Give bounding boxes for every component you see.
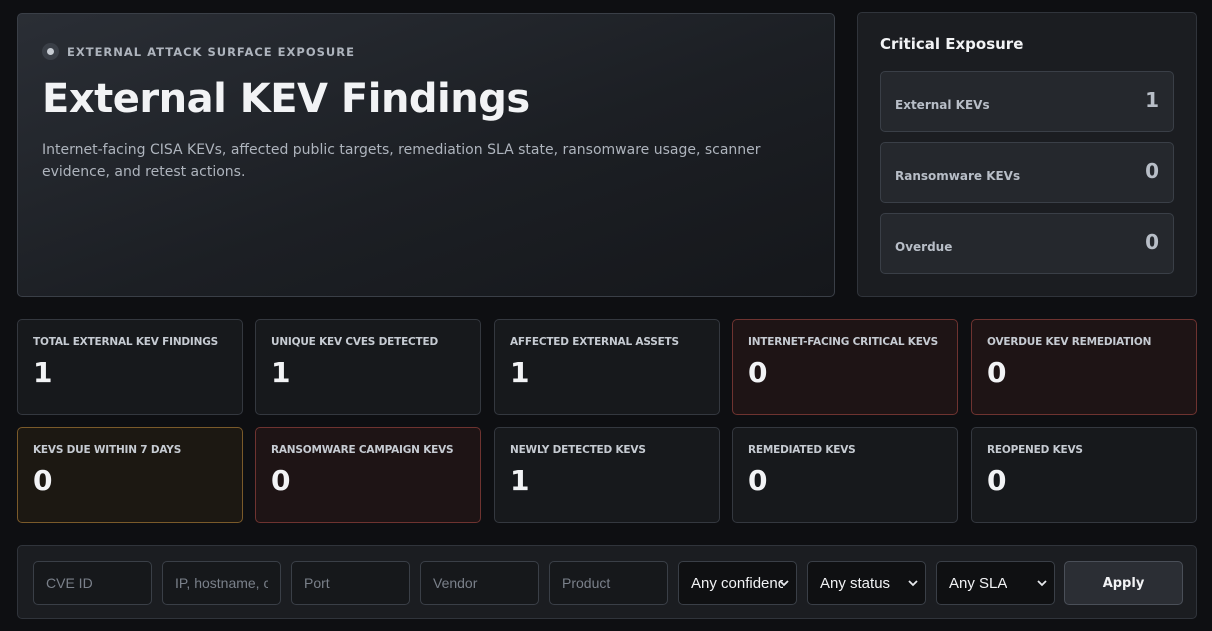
chevron-down-icon [779,580,789,587]
status-select-value: Any status [820,574,891,592]
metric-label: REOPENED KEVS [987,444,1083,456]
filter-bar: Any confidence Any status Any SLA Apply [17,545,1197,619]
page-description: Internet-facing CISA KEVs, affected publ… [42,142,761,180]
critical-row-value: 0 [1145,229,1159,254]
critical-exposure-panel: Critical Exposure External KEVs 1 Ransom… [857,12,1197,297]
kev-dashboard: EXTERNAL ATTACK SURFACE EXPOSURE Externa… [0,0,1212,631]
metric-card-newly-detected: NEWLY DETECTED KEVS 1 [494,427,720,523]
chevron-down-icon [908,580,918,587]
critical-row-overdue: Overdue 0 [880,213,1174,274]
metric-label: TOTAL EXTERNAL KEV FINDINGS [33,336,219,348]
metric-label: NEWLY DETECTED KEVS [510,444,646,456]
hero-panel: EXTERNAL ATTACK SURFACE EXPOSURE Externa… [17,13,835,297]
metric-value: 0 [748,356,768,389]
critical-row-value: 0 [1145,158,1159,183]
vendor-input[interactable] [420,561,539,605]
cve-id-input[interactable] [33,561,152,605]
target-input[interactable] [162,561,281,605]
critical-row-label: External KEVs [895,97,990,112]
critical-exposure-title: Critical Exposure [880,35,1024,53]
metric-value: 1 [510,464,530,497]
metric-label: UNIQUE KEV CVES DETECTED [271,336,438,348]
metric-card-affected-assets: AFFECTED EXTERNAL ASSETS 1 [494,319,720,415]
metric-label: INTERNET-FACING CRITICAL KEVS [748,336,938,348]
page-title: External KEV Findings [42,76,530,122]
apply-button[interactable]: Apply [1064,561,1183,605]
metric-value: 1 [33,356,53,389]
status-dot-icon [42,43,59,60]
metric-value: 0 [987,356,1007,389]
metric-value: 0 [748,464,768,497]
metric-label: KEVS DUE WITHIN 7 DAYS [33,444,182,456]
hero-eyebrow: EXTERNAL ATTACK SURFACE EXPOSURE [42,43,810,60]
critical-row-value: 1 [1145,87,1159,112]
status-select[interactable]: Any status [807,561,926,605]
sla-select-value: Any SLA [949,574,1008,592]
metric-label: REMEDIATED KEVS [748,444,856,456]
metric-card-critical-kevs: INTERNET-FACING CRITICAL KEVS 0 [732,319,958,415]
hero-eyebrow-text: EXTERNAL ATTACK SURFACE EXPOSURE [67,44,355,59]
metric-label: OVERDUE KEV REMEDIATION [987,336,1152,348]
metric-value: 0 [271,464,291,497]
metric-value: 0 [33,464,53,497]
critical-row-label: Overdue [895,239,953,254]
metric-card-remediated: REMEDIATED KEVS 0 [732,427,958,523]
metric-card-total-findings: TOTAL EXTERNAL KEV FINDINGS 1 [17,319,243,415]
metric-card-overdue-remediation: OVERDUE KEV REMEDIATION 0 [971,319,1197,415]
metric-value: 1 [271,356,291,389]
critical-row-label: Ransomware KEVs [895,168,1021,183]
metric-label: RANSOMWARE CAMPAIGN KEVS [271,444,454,456]
chevron-down-icon [1037,580,1047,587]
confidence-select-value: Any confidence [691,574,783,592]
port-input[interactable] [291,561,410,605]
metric-card-due-7-days: KEVS DUE WITHIN 7 DAYS 0 [17,427,243,523]
sla-select[interactable]: Any SLA [936,561,1055,605]
metric-value: 1 [510,356,530,389]
product-input[interactable] [549,561,668,605]
metric-card-unique-cves: UNIQUE KEV CVES DETECTED 1 [255,319,481,415]
critical-row-external-kevs: External KEVs 1 [880,71,1174,132]
metric-label: AFFECTED EXTERNAL ASSETS [510,336,679,348]
metric-card-ransomware-kevs: RANSOMWARE CAMPAIGN KEVS 0 [255,427,481,523]
critical-row-ransomware-kevs: Ransomware KEVs 0 [880,142,1174,203]
metric-value: 0 [987,464,1007,497]
metric-card-reopened: REOPENED KEVS 0 [971,427,1197,523]
confidence-select[interactable]: Any confidence [678,561,797,605]
